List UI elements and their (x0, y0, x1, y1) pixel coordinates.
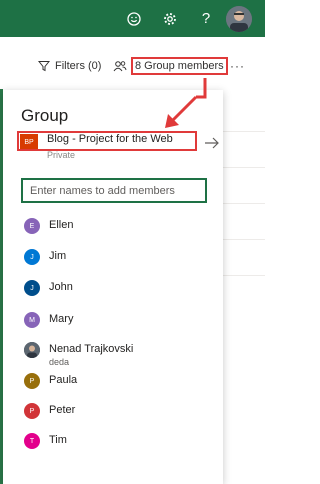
avatar: P (24, 373, 40, 389)
member-item[interactable]: Nenad Trajkovski deda (21, 338, 211, 367)
list-divider (222, 131, 265, 132)
background-list (222, 95, 265, 484)
member-item[interactable]: P Peter (21, 399, 211, 423)
member-name: Jim (49, 250, 67, 262)
filters-label: Filters (0) (55, 60, 102, 72)
list-divider (222, 239, 265, 240)
group-members-button[interactable]: 8 Group members (113, 57, 228, 75)
group-members-label: 8 Group members (131, 57, 228, 75)
help-icon[interactable]: ? (190, 0, 222, 37)
gear-icon[interactable] (154, 0, 186, 37)
avatar: T (24, 433, 40, 449)
project-privacy: Private (47, 150, 76, 160)
suite-bar: ? (0, 0, 265, 37)
list-divider (222, 203, 265, 204)
smiley-icon[interactable] (118, 0, 150, 37)
member-name: John (49, 281, 73, 293)
project-logo: BP (20, 134, 38, 151)
member-item[interactable]: J John (21, 276, 211, 300)
list-divider (222, 275, 265, 276)
member-item[interactable]: P Paula (21, 369, 211, 393)
member-item[interactable]: E Ellen (21, 214, 211, 238)
member-name: Nenad Trajkovski (49, 343, 134, 355)
avatar: J (24, 280, 40, 296)
more-options-button[interactable]: ··· (230, 59, 245, 73)
avatar: J (24, 249, 40, 265)
filter-icon (38, 61, 50, 72)
member-item[interactable]: T Tim (21, 429, 211, 453)
panel-title: Group (21, 106, 69, 125)
add-members-input[interactable] (21, 178, 207, 203)
group-members-panel: Group BP Blog - Project for the Web Priv… (3, 90, 223, 484)
member-name: Paula (49, 374, 78, 386)
avatar: M (24, 312, 40, 328)
member-item[interactable]: M Mary (21, 308, 211, 332)
filters-button[interactable]: Filters (0) (38, 57, 101, 75)
avatar: E (24, 218, 40, 234)
user-avatar[interactable] (226, 6, 252, 32)
member-item[interactable]: J Jim (21, 245, 211, 269)
member-name: Mary (49, 313, 74, 325)
member-name: Tim (49, 434, 67, 446)
member-name: Peter (49, 404, 76, 416)
avatar (24, 342, 40, 358)
avatar: P (24, 403, 40, 419)
arrow-right-icon[interactable] (204, 136, 220, 150)
project-link[interactable]: BP Blog - Project for the Web Private (14, 130, 219, 160)
project-name: Blog - Project for the Web (47, 133, 173, 145)
member-subtitle: deda (49, 357, 70, 367)
member-name: Ellen (49, 219, 74, 231)
people-icon (113, 61, 127, 72)
list-divider (222, 167, 265, 168)
